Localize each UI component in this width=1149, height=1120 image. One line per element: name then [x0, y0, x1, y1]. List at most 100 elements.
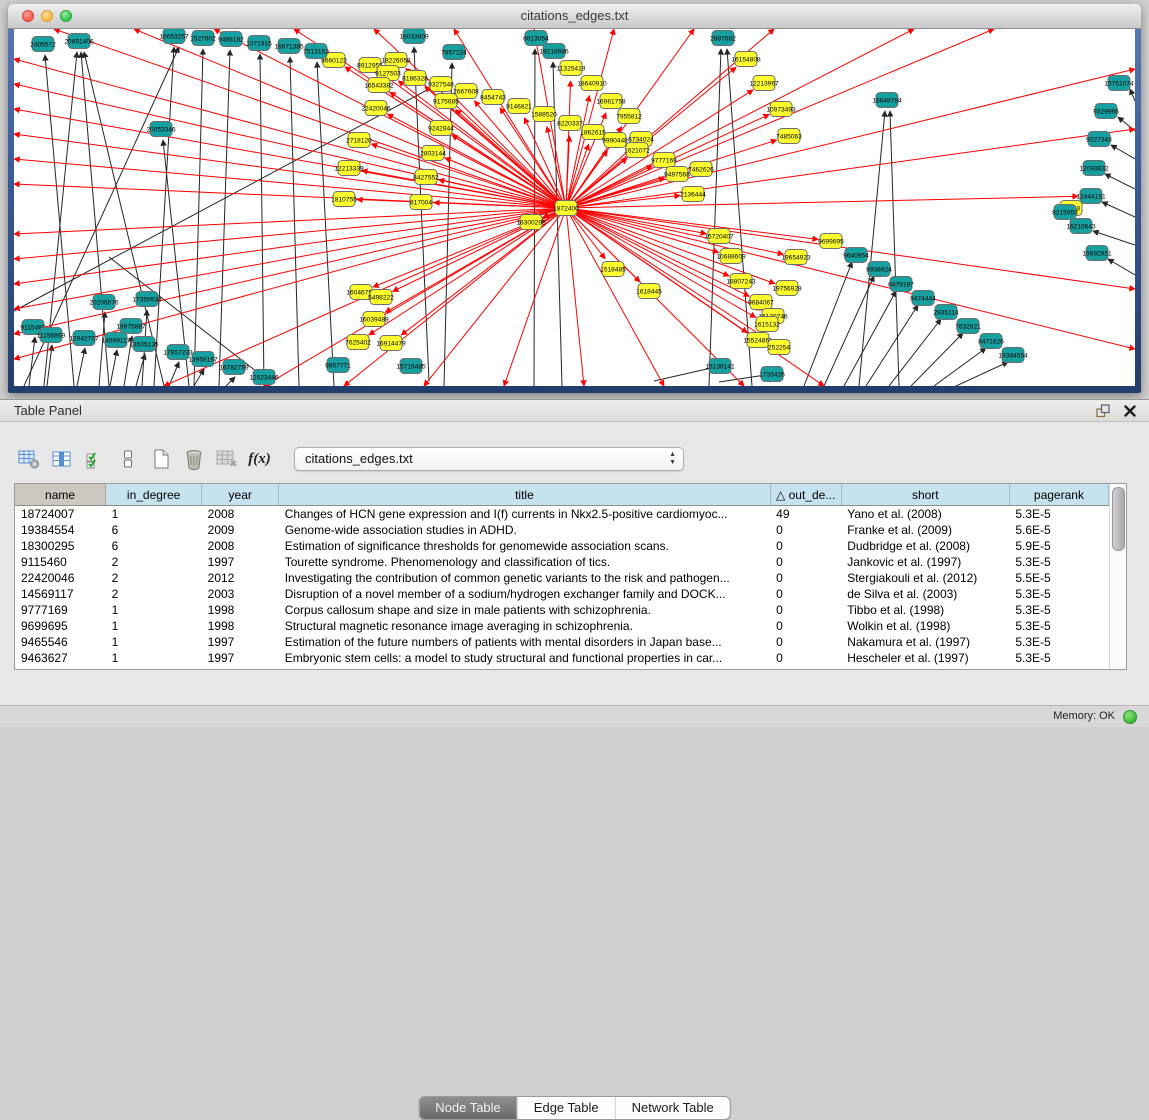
zoom-window-button[interactable] — [60, 10, 72, 22]
table-cell[interactable]: 1997 — [202, 650, 279, 666]
table-cell[interactable]: Jankovic et al. (1997) — [841, 554, 1009, 570]
table-row[interactable]: 2242004622012Investigating the contribut… — [15, 570, 1109, 586]
create-column-icon[interactable] — [144, 445, 177, 473]
function-builder-icon[interactable]: f(x) — [243, 445, 276, 473]
table-cell[interactable]: 5.3E-5 — [1009, 618, 1108, 634]
table-cell[interactable]: 2 — [106, 554, 202, 570]
table-cell[interactable]: Dudbridge et al. (2008) — [841, 538, 1009, 554]
table-row[interactable]: 1938455462009Genome-wide association stu… — [15, 522, 1109, 538]
table-cell[interactable]: Embryonic stem cells: a model to study s… — [279, 650, 770, 666]
table-cell[interactable]: 1997 — [202, 634, 279, 650]
table-row[interactable]: 969969511998Structural magnetic resonanc… — [15, 618, 1109, 634]
table-selector-dropdown[interactable]: citations_edges.txt ▲▼ — [294, 447, 684, 471]
delete-column-icon[interactable] — [177, 445, 210, 473]
table-cell[interactable]: 2 — [106, 586, 202, 602]
table-cell[interactable]: 1 — [106, 650, 202, 666]
table-cell[interactable]: 0 — [770, 602, 841, 618]
table-cell[interactable]: 0 — [770, 650, 841, 666]
show-columns-icon[interactable] — [45, 445, 78, 473]
table-cell[interactable]: 1997 — [202, 554, 279, 570]
table-cell[interactable]: de Silva et al. (2003) — [841, 586, 1009, 602]
table-cell[interactable]: Nakamura et al. (1997) — [841, 634, 1009, 650]
table-cell[interactable]: 9699695 — [15, 618, 106, 634]
table-cell[interactable]: 2008 — [202, 506, 279, 523]
table-cell[interactable]: 2008 — [202, 538, 279, 554]
table-cell[interactable]: Hescheler et al. (1997) — [841, 650, 1009, 666]
table-cell[interactable]: Investigating the contribution of common… — [279, 570, 770, 586]
table-cell[interactable]: 1998 — [202, 618, 279, 634]
memory-status-indicator[interactable] — [1123, 710, 1137, 724]
column-header-pagerank[interactable]: pagerank — [1009, 484, 1108, 506]
table-cell[interactable]: 2003 — [202, 586, 279, 602]
table-cell[interactable]: 1 — [106, 634, 202, 650]
close-panel-icon[interactable] — [1123, 404, 1137, 418]
table-scrollbar[interactable] — [1109, 484, 1126, 669]
table-row[interactable]: 1456911722003Disruption of a novel membe… — [15, 586, 1109, 602]
table-cell[interactable]: Changes of HCN gene expression and I(f) … — [279, 506, 770, 523]
column-header-out_de[interactable]: △ out_de... — [770, 484, 841, 506]
table-cell[interactable]: 0 — [770, 586, 841, 602]
column-header-name[interactable]: name — [15, 484, 106, 506]
table-cell[interactable]: 49 — [770, 506, 841, 523]
table-cell[interactable]: Disruption of a novel member of a sodium… — [279, 586, 770, 602]
table-row[interactable]: 946554611997Estimation of the future num… — [15, 634, 1109, 650]
table-row[interactable]: 911546021997Tourette syndrome. Phenomeno… — [15, 554, 1109, 570]
table-cell[interactable]: Structural magnetic resonance image aver… — [279, 618, 770, 634]
table-row[interactable]: 1872400712008Changes of HCN gene express… — [15, 506, 1109, 523]
tab-network-table[interactable]: Network Table — [615, 1097, 730, 1119]
table-mode-icon[interactable] — [12, 445, 45, 473]
table-cell[interactable]: 2009 — [202, 522, 279, 538]
close-window-button[interactable] — [22, 10, 34, 22]
table-row[interactable]: 977716911998Corpus callosum shape and si… — [15, 602, 1109, 618]
network-graph[interactable]: 1872400866012389129551822605891275031654… — [14, 29, 1135, 386]
table-cell[interactable]: 0 — [770, 570, 841, 586]
table-cell[interactable]: Franke et al. (2009) — [841, 522, 1009, 538]
column-header-title[interactable]: title — [279, 484, 770, 506]
table-cell[interactable]: 0 — [770, 618, 841, 634]
table-cell[interactable]: 18300295 — [15, 538, 106, 554]
select-all-icon[interactable] — [78, 445, 111, 473]
table-cell[interactable]: 5.6E-5 — [1009, 522, 1108, 538]
table-cell[interactable]: 9777169 — [15, 602, 106, 618]
table-cell[interactable]: 9115460 — [15, 554, 106, 570]
table-cell[interactable]: 0 — [770, 538, 841, 554]
scrollbar-thumb[interactable] — [1112, 487, 1125, 551]
table-cell[interactable]: 1998 — [202, 602, 279, 618]
table-cell[interactable]: 5.3E-5 — [1009, 506, 1108, 523]
table-row[interactable]: 1830029562008Estimation of significance … — [15, 538, 1109, 554]
table-cell[interactable]: Yano et al. (2008) — [841, 506, 1009, 523]
table-cell[interactable]: 5.9E-5 — [1009, 538, 1108, 554]
table-cell[interactable]: 6 — [106, 538, 202, 554]
table-cell[interactable]: 18724007 — [15, 506, 106, 523]
table-cell[interactable]: 0 — [770, 522, 841, 538]
table-cell[interactable]: 19384554 — [15, 522, 106, 538]
table-cell[interactable]: 5.5E-5 — [1009, 570, 1108, 586]
table-cell[interactable]: 1 — [106, 602, 202, 618]
table-cell[interactable]: 5.3E-5 — [1009, 554, 1108, 570]
table-cell[interactable]: Wolkin et al. (1998) — [841, 618, 1009, 634]
unselect-all-icon[interactable] — [111, 445, 144, 473]
table-cell[interactable]: 0 — [770, 634, 841, 650]
table-cell[interactable]: Tibbo et al. (1998) — [841, 602, 1009, 618]
table-row[interactable]: 946362711997Embryonic stem cells: a mode… — [15, 650, 1109, 666]
table-cell[interactable]: Corpus callosum shape and size in male p… — [279, 602, 770, 618]
column-header-in_degree[interactable]: in_degree — [106, 484, 202, 506]
table-cell[interactable]: 9463627 — [15, 650, 106, 666]
table-cell[interactable]: Genome-wide association studies in ADHD. — [279, 522, 770, 538]
table-cell[interactable]: Tourette syndrome. Phenomenology and cla… — [279, 554, 770, 570]
table-cell[interactable]: 1 — [106, 506, 202, 523]
window-titlebar[interactable]: citations_edges.txt — [8, 4, 1141, 29]
table-cell[interactable]: 6 — [106, 522, 202, 538]
column-header-year[interactable]: year — [202, 484, 279, 506]
table-cell[interactable]: Stergiakouli et al. (2012) — [841, 570, 1009, 586]
tab-edge-table[interactable]: Edge Table — [517, 1097, 615, 1119]
table-cell[interactable]: 5.3E-5 — [1009, 634, 1108, 650]
minimize-window-button[interactable] — [41, 10, 53, 22]
table-cell[interactable]: 2012 — [202, 570, 279, 586]
table-cell[interactable]: 5.3E-5 — [1009, 586, 1108, 602]
table-cell[interactable]: 5.3E-5 — [1009, 650, 1108, 666]
table-cell[interactable]: 22420046 — [15, 570, 106, 586]
table-cell[interactable]: Estimation of the future numbers of pati… — [279, 634, 770, 650]
delete-table-icon[interactable] — [210, 445, 243, 473]
table-cell[interactable]: 0 — [770, 554, 841, 570]
